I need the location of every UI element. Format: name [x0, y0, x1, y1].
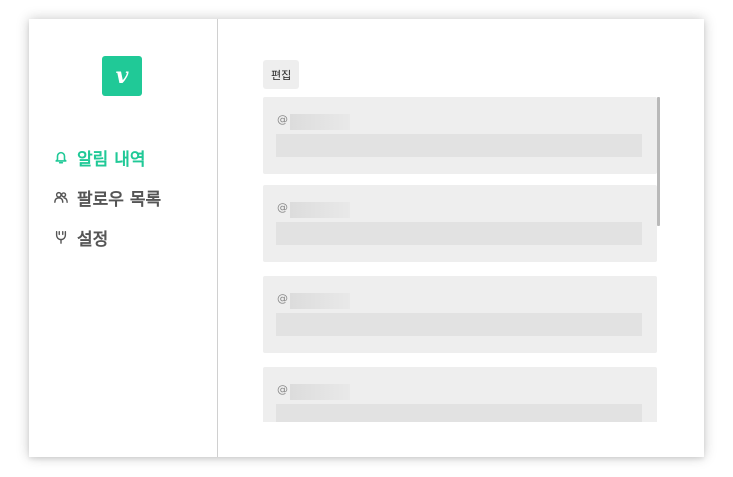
mention-symbol: @ — [277, 383, 288, 396]
bell-icon — [53, 149, 69, 165]
notification-card[interactable]: @ — [263, 97, 657, 174]
sidebar-item-label: 알림 내역 — [77, 149, 146, 170]
scrollbar-thumb[interactable] — [657, 97, 660, 226]
username-skeleton — [290, 293, 350, 309]
notification-list[interactable]: @ @ @ @ — [263, 97, 663, 422]
notification-card[interactable]: @ — [263, 367, 657, 422]
mention-symbol: @ — [277, 201, 288, 214]
app-logo[interactable]: v — [102, 56, 142, 96]
sidebar-item-notifications[interactable]: 알림 내역 — [53, 137, 161, 177]
message-skeleton — [276, 404, 642, 422]
sidebar-item-label: 설정 — [77, 229, 109, 250]
username-skeleton — [290, 114, 350, 130]
sidebar-item-settings[interactable]: 설정 — [53, 217, 161, 257]
settings-icon — [53, 229, 69, 245]
users-icon — [53, 189, 69, 205]
message-skeleton — [276, 134, 642, 157]
mention-symbol: @ — [277, 292, 288, 305]
app-window: v 알림 내역 팔로우 목록 설정 편집 @ @ @ @ — [29, 19, 704, 457]
notification-card[interactable]: @ — [263, 276, 657, 353]
sidebar-item-follow-list[interactable]: 팔로우 목록 — [53, 177, 161, 217]
mention-symbol: @ — [277, 113, 288, 126]
logo-letter: v — [115, 63, 129, 89]
notification-card[interactable]: @ — [263, 185, 657, 262]
main-content: 편집 @ @ @ @ — [219, 19, 704, 457]
username-skeleton — [290, 384, 350, 400]
sidebar-nav: 알림 내역 팔로우 목록 설정 — [53, 137, 161, 257]
message-skeleton — [276, 313, 642, 336]
sidebar: v 알림 내역 팔로우 목록 설정 — [29, 19, 218, 457]
username-skeleton — [290, 202, 350, 218]
message-skeleton — [276, 222, 642, 245]
edit-button[interactable]: 편집 — [263, 60, 300, 89]
sidebar-item-label: 팔로우 목록 — [77, 189, 162, 210]
